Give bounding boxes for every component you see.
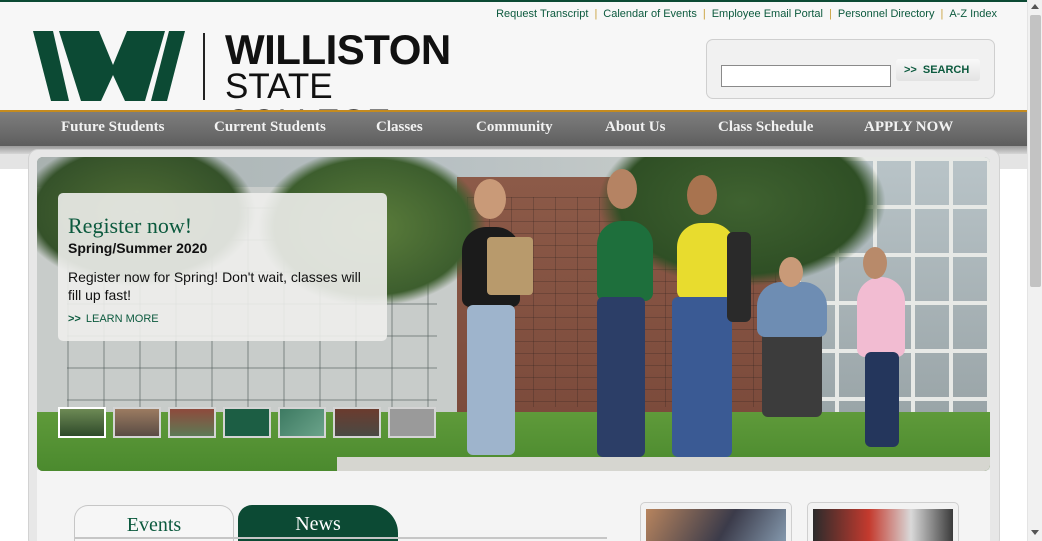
student-head [607, 169, 637, 209]
link-personnel-directory[interactable]: Personnel Directory [838, 8, 935, 20]
nav-class-schedule[interactable]: Class Schedule [718, 119, 813, 136]
search-button-arrow: >> [904, 64, 917, 76]
scroll-down-arrow-icon[interactable] [1031, 530, 1039, 535]
hero-caption-title: Register now! [68, 213, 193, 238]
w-logo-mark-icon [33, 31, 185, 101]
link-employee-email-portal[interactable]: Employee Email Portal [712, 8, 823, 20]
main-nav: Future Students Current Students Classes… [0, 112, 1027, 146]
hero-sidewalk [337, 457, 990, 471]
search-button[interactable]: >> SEARCH [896, 59, 980, 81]
slide-thumbnail[interactable] [333, 407, 381, 438]
student-head [863, 247, 887, 279]
student-figure [757, 282, 827, 337]
student-head [779, 257, 803, 287]
link-a-z-index[interactable]: A-Z Index [949, 8, 997, 20]
slide-thumbnail[interactable] [168, 407, 216, 438]
separator: | [940, 8, 944, 20]
student-head [687, 175, 717, 215]
separator: | [594, 8, 598, 20]
utility-links: Request Transcript | Calendar of Events | Em… [496, 8, 997, 20]
hero-caption: Register now! Spring/Summer 2020 Registe… [58, 193, 387, 341]
logo-name-line1: WILLISTON [225, 26, 451, 73]
slide-thumbnail[interactable] [113, 407, 161, 438]
search-input[interactable] [721, 65, 891, 87]
scroll-thumb[interactable] [1030, 15, 1041, 287]
student-figure [597, 297, 645, 457]
scroll-up-arrow-icon[interactable] [1031, 4, 1039, 9]
slide-thumbnail[interactable] [58, 407, 106, 438]
nav-about-us[interactable]: About Us [605, 119, 665, 136]
search-button-label: SEARCH [922, 64, 970, 76]
slide-thumbnail[interactable] [278, 407, 326, 438]
promo-image [646, 509, 786, 541]
tab-events[interactable]: Events [74, 505, 234, 541]
nav-classes[interactable]: Classes [376, 119, 423, 136]
student-backpack [727, 232, 751, 322]
nav-future-students[interactable]: Future Students [61, 119, 165, 136]
student-figure [672, 297, 732, 457]
separator: | [702, 8, 706, 20]
separator: | [829, 8, 832, 20]
slide-thumbnail[interactable] [388, 407, 436, 438]
college-logo[interactable]: WILLISTON STATE COLLEGE [33, 26, 473, 141]
promo-tile[interactable] [640, 502, 792, 541]
search-box: >> SEARCH [706, 39, 995, 99]
student-books [487, 237, 533, 295]
learn-more-label: LEARN MORE [85, 313, 159, 325]
nav-community[interactable]: Community [476, 119, 553, 136]
promo-image [813, 509, 953, 541]
page: Request Transcript | Calendar of Events | Em… [0, 0, 1027, 541]
student-head [474, 179, 506, 219]
promo-tile[interactable] [807, 502, 959, 541]
student-figure [467, 305, 515, 455]
student-figure [865, 352, 899, 447]
hero-caption-subtitle: Spring/Summer 2020 [68, 240, 208, 256]
tab-news[interactable]: News [238, 505, 398, 541]
student-figure [597, 221, 653, 301]
learn-more-link[interactable]: >> LEARN MORE [68, 313, 377, 325]
slide-thumbnail[interactable] [223, 407, 271, 438]
nav-current-students[interactable]: Current Students [214, 119, 326, 136]
link-request-transcript[interactable]: Request Transcript [496, 8, 588, 20]
link-calendar-of-events[interactable]: Calendar of Events [603, 8, 697, 20]
learn-more-arrow: >> [68, 313, 81, 325]
logo-divider [203, 33, 205, 100]
student-figure [857, 277, 905, 357]
page-scrollbar[interactable] [1027, 0, 1042, 541]
hero-caption-body: Register now for Spring! Don't wait, cla… [68, 269, 361, 303]
tab-underline [74, 537, 607, 539]
nav-apply-now[interactable]: APPLY NOW [864, 119, 953, 136]
